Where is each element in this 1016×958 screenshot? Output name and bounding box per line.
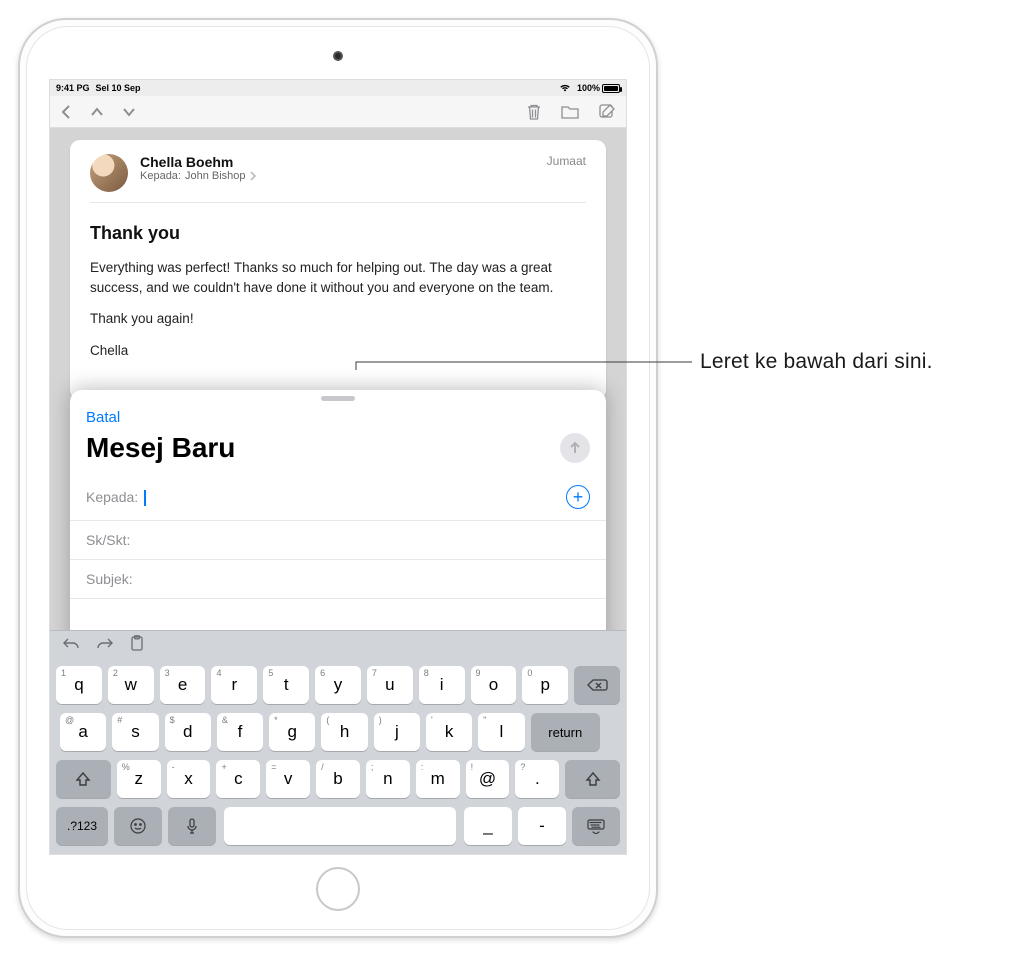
callout-text: Leret ke bawah dari sini.: [700, 350, 933, 374]
callout-line: [0, 0, 1016, 958]
